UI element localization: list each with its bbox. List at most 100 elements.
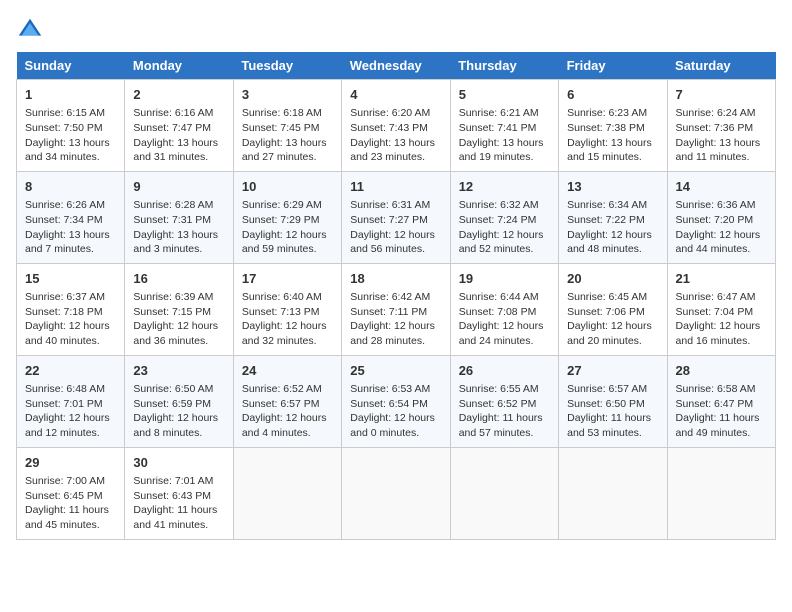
day-number: 26 [459,362,550,380]
day-number: 25 [350,362,441,380]
sunrise: Sunrise: 6:47 AM [676,291,756,303]
daylight: Daylight: 11 hours and 41 minutes. [133,504,217,531]
day-number: 4 [350,86,441,104]
col-header-saturday: Saturday [667,52,775,80]
day-cell: 6Sunrise: 6:23 AMSunset: 7:38 PMDaylight… [559,80,667,172]
sunrise: Sunrise: 6:20 AM [350,107,430,119]
sunrise: Sunrise: 7:01 AM [133,475,213,487]
day-number: 2 [133,86,224,104]
day-cell: 10Sunrise: 6:29 AMSunset: 7:29 PMDayligh… [233,171,341,263]
sunset: Sunset: 6:45 PM [25,490,103,502]
day-cell: 22Sunrise: 6:48 AMSunset: 7:01 PMDayligh… [17,355,125,447]
day-cell: 16Sunrise: 6:39 AMSunset: 7:15 PMDayligh… [125,263,233,355]
day-cell: 27Sunrise: 6:57 AMSunset: 6:50 PMDayligh… [559,355,667,447]
day-number: 10 [242,178,333,196]
day-number: 27 [567,362,658,380]
sunset: Sunset: 7:06 PM [567,306,645,318]
daylight: Daylight: 11 hours and 49 minutes. [676,412,760,439]
day-number: 21 [676,270,767,288]
daylight: Daylight: 12 hours and 44 minutes. [676,229,761,256]
sunset: Sunset: 7:24 PM [459,214,537,226]
day-number: 20 [567,270,658,288]
sunset: Sunset: 7:34 PM [25,214,103,226]
sunrise: Sunrise: 6:53 AM [350,383,430,395]
sunrise: Sunrise: 6:15 AM [25,107,105,119]
day-cell: 21Sunrise: 6:47 AMSunset: 7:04 PMDayligh… [667,263,775,355]
daylight: Daylight: 11 hours and 45 minutes. [25,504,109,531]
day-cell: 5Sunrise: 6:21 AMSunset: 7:41 PMDaylight… [450,80,558,172]
sunrise: Sunrise: 6:57 AM [567,383,647,395]
sunset: Sunset: 7:08 PM [459,306,537,318]
week-row-1: 1Sunrise: 6:15 AMSunset: 7:50 PMDaylight… [17,80,776,172]
day-number: 1 [25,86,116,104]
day-number: 3 [242,86,333,104]
day-cell: 11Sunrise: 6:31 AMSunset: 7:27 PMDayligh… [342,171,450,263]
sunset: Sunset: 7:36 PM [676,122,754,134]
sunset: Sunset: 7:27 PM [350,214,428,226]
calendar-table: SundayMondayTuesdayWednesdayThursdayFrid… [16,52,776,540]
day-cell [342,447,450,539]
sunset: Sunset: 7:45 PM [242,122,320,134]
day-number: 12 [459,178,550,196]
page-header [16,16,776,44]
day-number: 19 [459,270,550,288]
day-cell: 20Sunrise: 6:45 AMSunset: 7:06 PMDayligh… [559,263,667,355]
daylight: Daylight: 12 hours and 56 minutes. [350,229,435,256]
day-cell: 19Sunrise: 6:44 AMSunset: 7:08 PMDayligh… [450,263,558,355]
week-row-3: 15Sunrise: 6:37 AMSunset: 7:18 PMDayligh… [17,263,776,355]
daylight: Daylight: 12 hours and 48 minutes. [567,229,652,256]
week-row-5: 29Sunrise: 7:00 AMSunset: 6:45 PMDayligh… [17,447,776,539]
day-cell: 4Sunrise: 6:20 AMSunset: 7:43 PMDaylight… [342,80,450,172]
sunrise: Sunrise: 6:18 AM [242,107,322,119]
sunset: Sunset: 7:13 PM [242,306,320,318]
daylight: Daylight: 13 hours and 31 minutes. [133,137,218,164]
day-number: 17 [242,270,333,288]
col-header-sunday: Sunday [17,52,125,80]
day-number: 18 [350,270,441,288]
daylight: Daylight: 12 hours and 4 minutes. [242,412,327,439]
daylight: Daylight: 11 hours and 53 minutes. [567,412,651,439]
day-cell: 26Sunrise: 6:55 AMSunset: 6:52 PMDayligh… [450,355,558,447]
daylight: Daylight: 11 hours and 57 minutes. [459,412,543,439]
sunset: Sunset: 6:54 PM [350,398,428,410]
daylight: Daylight: 12 hours and 36 minutes. [133,320,218,347]
sunrise: Sunrise: 6:42 AM [350,291,430,303]
day-number: 30 [133,454,224,472]
day-cell: 28Sunrise: 6:58 AMSunset: 6:47 PMDayligh… [667,355,775,447]
day-number: 24 [242,362,333,380]
day-number: 8 [25,178,116,196]
daylight: Daylight: 13 hours and 19 minutes. [459,137,544,164]
sunrise: Sunrise: 6:28 AM [133,199,213,211]
day-number: 29 [25,454,116,472]
daylight: Daylight: 12 hours and 24 minutes. [459,320,544,347]
daylight: Daylight: 12 hours and 16 minutes. [676,320,761,347]
header-row: SundayMondayTuesdayWednesdayThursdayFrid… [17,52,776,80]
sunrise: Sunrise: 6:23 AM [567,107,647,119]
day-cell: 23Sunrise: 6:50 AMSunset: 6:59 PMDayligh… [125,355,233,447]
day-cell: 29Sunrise: 7:00 AMSunset: 6:45 PMDayligh… [17,447,125,539]
sunrise: Sunrise: 6:37 AM [25,291,105,303]
daylight: Daylight: 13 hours and 27 minutes. [242,137,327,164]
day-cell: 30Sunrise: 7:01 AMSunset: 6:43 PMDayligh… [125,447,233,539]
daylight: Daylight: 13 hours and 11 minutes. [676,137,761,164]
day-number: 6 [567,86,658,104]
sunset: Sunset: 7:41 PM [459,122,537,134]
sunset: Sunset: 7:15 PM [133,306,211,318]
week-row-2: 8Sunrise: 6:26 AMSunset: 7:34 PMDaylight… [17,171,776,263]
daylight: Daylight: 13 hours and 34 minutes. [25,137,110,164]
sunrise: Sunrise: 6:45 AM [567,291,647,303]
daylight: Daylight: 12 hours and 52 minutes. [459,229,544,256]
day-number: 7 [676,86,767,104]
daylight: Daylight: 12 hours and 59 minutes. [242,229,327,256]
day-cell [233,447,341,539]
sunset: Sunset: 7:22 PM [567,214,645,226]
sunrise: Sunrise: 6:21 AM [459,107,539,119]
day-number: 15 [25,270,116,288]
sunrise: Sunrise: 6:16 AM [133,107,213,119]
day-number: 16 [133,270,224,288]
daylight: Daylight: 12 hours and 40 minutes. [25,320,110,347]
day-cell: 24Sunrise: 6:52 AMSunset: 6:57 PMDayligh… [233,355,341,447]
day-cell: 9Sunrise: 6:28 AMSunset: 7:31 PMDaylight… [125,171,233,263]
day-number: 13 [567,178,658,196]
day-number: 22 [25,362,116,380]
